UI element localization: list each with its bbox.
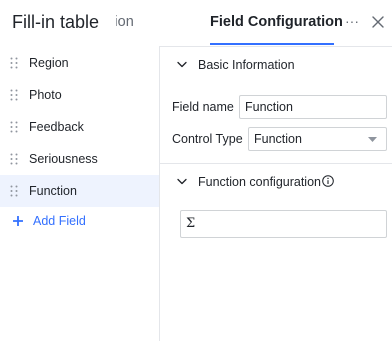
sigma-icon[interactable]: Σ — [186, 215, 195, 233]
caret-down-icon — [368, 137, 377, 142]
sidebar-item-label: Function — [29, 184, 77, 198]
section-title: Basic Information — [198, 58, 295, 72]
page-title: Fill-in table — [0, 0, 116, 45]
drag-handle-icon[interactable] — [10, 185, 18, 197]
chevron-down-icon[interactable] — [177, 61, 187, 68]
sidebar-item-photo[interactable]: Photo — [0, 79, 159, 111]
sidebar-item-label: Photo — [29, 88, 62, 102]
plus-icon — [13, 216, 23, 226]
active-tab-indicator — [210, 43, 334, 45]
control-type-select[interactable]: Function — [248, 127, 387, 151]
sidebar-item-label: Feedback — [29, 120, 84, 134]
ellipsis-icon[interactable]: ··· — [345, 12, 359, 32]
add-field-label: Add Field — [33, 214, 86, 228]
top-bar: onfiguration Fill-in table Field Configu… — [0, 0, 392, 47]
add-field-button[interactable]: Add Field — [0, 205, 159, 237]
drag-handle-icon[interactable] — [10, 57, 18, 69]
info-icon[interactable] — [322, 175, 334, 187]
chevron-down-icon[interactable] — [177, 178, 187, 185]
function-config-section-header[interactable]: Function configuration — [160, 164, 392, 200]
section-title: Function configuration — [198, 175, 321, 189]
drag-handle-icon[interactable] — [10, 153, 18, 165]
basic-info-section-header[interactable]: Basic Information — [160, 47, 392, 83]
formula-input[interactable]: Σ — [180, 210, 387, 238]
control-type-label: Control Type — [172, 132, 243, 146]
field-config-panel: Basic Information Field name Control Typ… — [160, 46, 392, 341]
close-icon[interactable] — [371, 15, 385, 29]
sidebar-item-label: Region — [29, 56, 69, 70]
sidebar-item-region[interactable]: Region — [0, 47, 159, 79]
control-type-value: Function — [254, 132, 302, 146]
drag-handle-icon[interactable] — [10, 89, 18, 101]
sidebar-item-seriousness[interactable]: Seriousness — [0, 143, 159, 175]
drag-handle-icon[interactable] — [10, 121, 18, 133]
field-name-input[interactable] — [239, 95, 387, 119]
field-name-label: Field name — [172, 100, 234, 114]
sidebar-item-feedback[interactable]: Feedback — [0, 111, 159, 143]
sidebar-item-label: Seriousness — [29, 152, 98, 166]
field-list-sidebar: Region Photo Feedback Seriousness Functi… — [0, 46, 160, 341]
sidebar-item-function[interactable]: Function — [0, 175, 159, 207]
tab-field-configuration[interactable]: Field Configuration — [210, 0, 343, 45]
